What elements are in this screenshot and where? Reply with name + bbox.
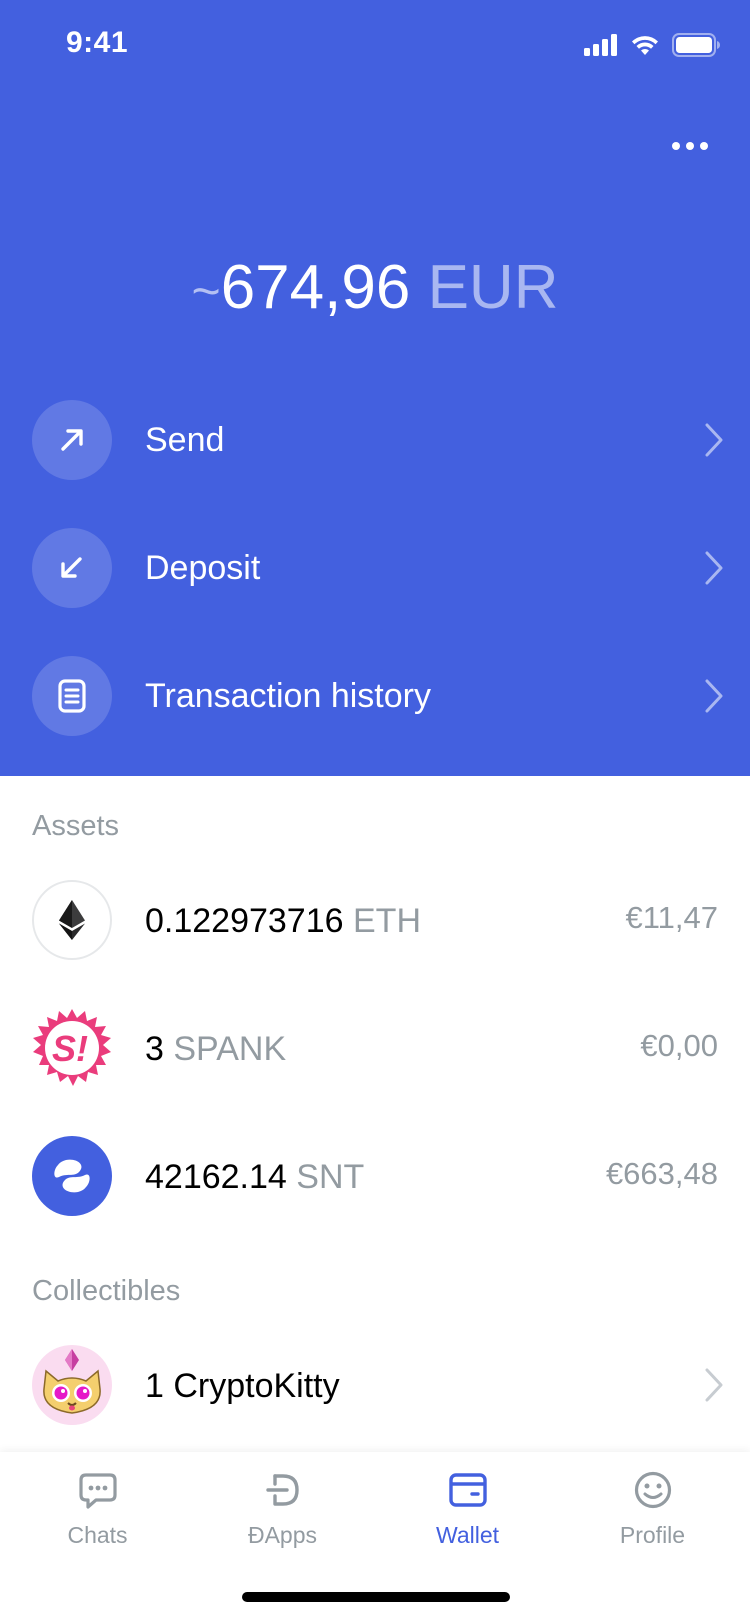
tab-label: Chats [67,1522,128,1548]
more-dot [700,142,708,150]
assets-section-title: Assets [32,810,120,842]
wallet-icon [446,1468,490,1512]
arrow-down-left-icon [32,528,112,608]
collectibles-section-title: Collectibles [32,1275,181,1307]
send-label: Send [145,421,225,459]
chevron-right-icon [705,1368,723,1402]
smile-icon [631,1468,675,1512]
ethereum-icon [32,880,112,960]
more-options-button[interactable] [660,126,720,166]
asset-symbol: ETH [353,902,421,940]
send-button[interactable]: Send [0,390,750,490]
spank-icon: S! [32,1008,112,1088]
deposit-button[interactable]: Deposit [0,518,750,618]
wallet-header: 9:41 ~674,96 EUR Send Deposit Transactio… [0,0,750,776]
chevron-right-icon [705,679,723,713]
svg-text:S!: S! [52,1028,88,1069]
asset-quantity: 42162.14 [145,1158,287,1196]
transaction-history-button[interactable]: Transaction history [0,646,750,746]
more-dot [686,142,694,150]
total-balance: ~674,96 EUR [0,248,750,331]
tab-profile[interactable]: Profile [559,1468,746,1568]
more-dot [672,142,680,150]
asset-quantity: 0.122973716 [145,902,344,940]
asset-symbol: SPANK [173,1030,287,1068]
asset-fiat-value: €11,47 [625,900,718,935]
signal-icon [584,34,617,56]
asset-quantity: 3 [145,1030,164,1068]
collectible-row-cryptokitty[interactable]: 1 CryptoKitty [0,1335,750,1435]
tab-dapps[interactable]: ÐApps [189,1468,376,1568]
asset-amount: 42162.14 SNT [145,1157,364,1197]
wifi-icon [632,36,658,55]
asset-row-spank[interactable]: S! 3 SPANK €0,00 [0,998,750,1098]
home-indicator[interactable] [242,1592,510,1602]
tab-chats[interactable]: Chats [4,1468,191,1568]
transaction-history-label: Transaction history [145,677,431,715]
asset-symbol: SNT [296,1158,365,1196]
deposit-label: Deposit [145,549,261,587]
arrow-up-right-icon [32,400,112,480]
balance-approx-sign: ~ [191,263,221,319]
document-list-icon [32,656,112,736]
tab-wallet[interactable]: Wallet [374,1468,561,1568]
snt-icon [32,1136,112,1216]
collectible-label: 1 CryptoKitty [145,1367,340,1405]
chevron-right-icon [705,423,723,457]
asset-row-snt[interactable]: 42162.14 SNT €663,48 [0,1126,750,1226]
chat-icon [76,1468,120,1512]
asset-fiat-value: €0,00 [640,1028,718,1063]
tab-label: Wallet [435,1522,500,1548]
asset-row-eth[interactable]: 0.122973716 ETH €11,47 [0,870,750,970]
asset-amount: 3 SPANK [145,1029,286,1069]
asset-fiat-value: €663,48 [605,1156,718,1191]
asset-amount: 0.122973716 ETH [145,901,421,941]
tab-label: ÐApps [247,1522,318,1548]
status-time: 9:41 [66,26,129,59]
balance-value: 674,96 [220,253,411,322]
status-icons [584,32,720,58]
battery-icon [672,33,720,57]
dapps-icon [261,1468,305,1512]
chevron-right-icon [705,551,723,585]
tab-label: Profile [619,1522,686,1548]
balance-currency: EUR [427,253,559,322]
cryptokitty-icon [32,1345,112,1425]
